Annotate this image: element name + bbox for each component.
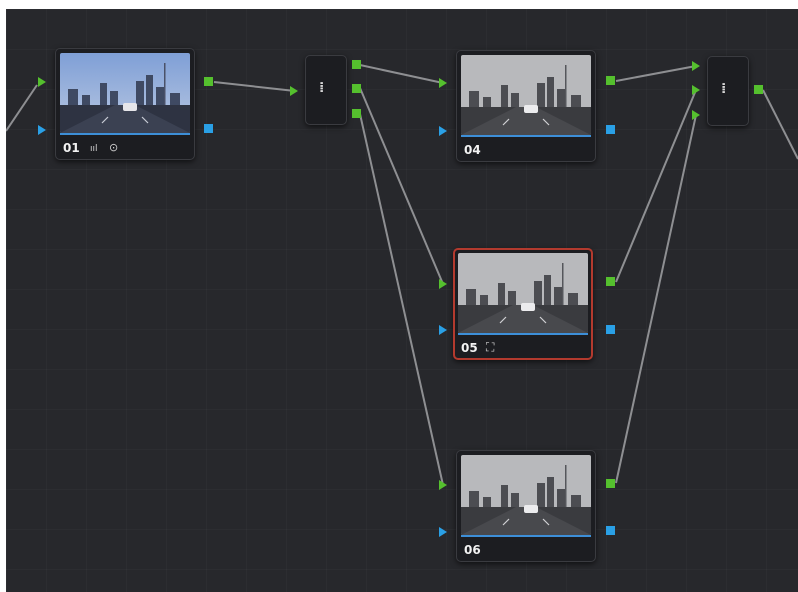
wire-01-to-splitter (213, 81, 296, 92)
node-01[interactable]: 01 ııl ⊙ (55, 48, 195, 160)
splitter-output-1[interactable] (352, 60, 361, 69)
power-icon: ⊙ (109, 141, 119, 154)
node-01-alpha-output[interactable] (204, 124, 213, 133)
thumbnail-underline (458, 333, 588, 335)
node-05-alpha-input[interactable] (439, 325, 447, 335)
node-06-rgb-input[interactable] (439, 480, 447, 490)
node-04-alpha-input[interactable] (439, 126, 447, 136)
node-label: 04 (464, 143, 481, 157)
node-thumbnail (461, 55, 591, 135)
splitter-output-2[interactable] (352, 84, 361, 93)
combiner-input-1[interactable] (692, 61, 700, 71)
splitter-icon: ⁞ (319, 80, 325, 96)
tracker-icon: ⛶ (486, 340, 495, 354)
wire-05-to-combiner (615, 89, 697, 283)
node-thumbnail (458, 253, 588, 333)
combiner-input-3[interactable] (692, 110, 700, 120)
node-06-alpha-output[interactable] (606, 526, 615, 535)
splitter-input[interactable] (290, 86, 298, 96)
node-04-rgb-output[interactable] (606, 76, 615, 85)
wire-04-to-combiner (615, 65, 697, 82)
combiner-output[interactable] (754, 85, 763, 94)
node-06-rgb-output[interactable] (606, 479, 615, 488)
node-04-alpha-output[interactable] (606, 125, 615, 134)
waveform-icon: ııl (90, 144, 98, 154)
thumbnail-underline (461, 535, 591, 537)
node-05-rgb-output[interactable] (606, 277, 615, 286)
node-01-alpha-input[interactable] (38, 125, 46, 135)
splitter-node[interactable]: ⁞ (305, 55, 347, 125)
wire-input-to-01 (6, 84, 38, 132)
wire-splitter-to-05 (359, 87, 444, 285)
node-01-rgb-input[interactable] (38, 77, 46, 87)
node-label: 01 (63, 141, 80, 155)
wire-splitter-to-06 (359, 113, 444, 486)
node-06-alpha-input[interactable] (439, 527, 447, 537)
combiner-node[interactable]: ⁞ (707, 56, 749, 126)
wire-splitter-to-04 (359, 64, 444, 84)
node-label: 06 (464, 543, 481, 557)
thumbnail-underline (461, 135, 591, 137)
node-04-rgb-input[interactable] (439, 78, 447, 88)
combiner-input-2[interactable] (692, 85, 700, 95)
node-editor-canvas[interactable]: 01 ııl ⊙ ⁞ 04 05 ⛶ 06 ⁞ (6, 9, 798, 592)
node-06[interactable]: 06 (456, 450, 596, 562)
node-label: 05 (461, 341, 478, 355)
wire-combiner-to-output (762, 89, 798, 160)
node-04[interactable]: 04 (456, 50, 596, 162)
node-01-rgb-output[interactable] (204, 77, 213, 86)
splitter-output-3[interactable] (352, 109, 361, 118)
node-05-alpha-output[interactable] (606, 325, 615, 334)
wire-06-to-combiner (615, 114, 697, 484)
node-05-rgb-input[interactable] (439, 279, 447, 289)
node-thumbnail (60, 53, 190, 133)
node-thumbnail (461, 455, 591, 535)
node-05[interactable]: 05 ⛶ (453, 248, 593, 360)
thumbnail-underline (60, 133, 190, 135)
combiner-icon: ⁞ (721, 81, 727, 97)
